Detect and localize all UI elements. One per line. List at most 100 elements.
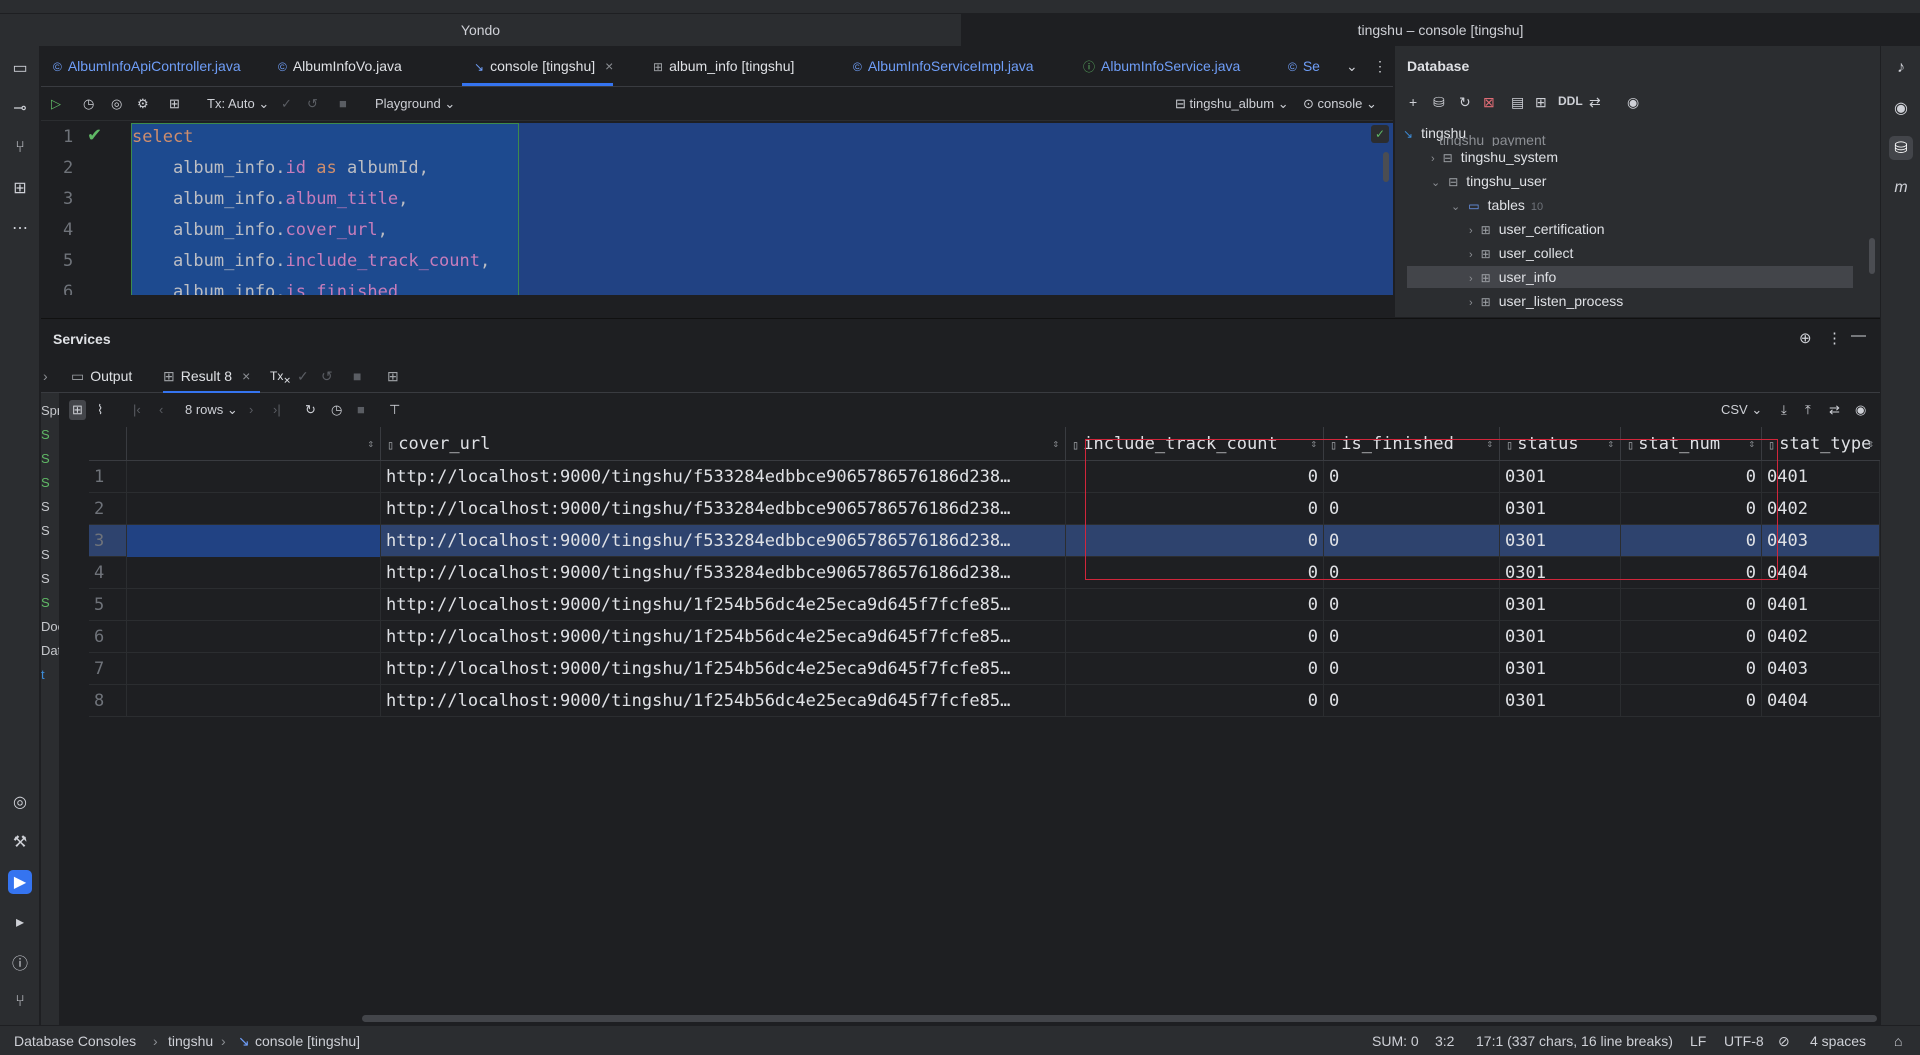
commit-icon[interactable]: ⊸: [8, 96, 32, 120]
datasource-properties-icon[interactable]: ⛁: [1433, 94, 1445, 111]
code-style-icon[interactable]: ⊘: [1778, 1033, 1790, 1050]
table-cell[interactable]: 0: [1324, 621, 1500, 653]
table-cell[interactable]: 0: [1621, 461, 1762, 493]
options-icon[interactable]: ⋮: [1827, 329, 1842, 347]
column-header-hidden[interactable]: ⇕: [127, 427, 381, 461]
table-cell[interactable]: 0404: [1762, 557, 1880, 589]
table-cell[interactable]: http://localhost:9000/tingshu/f533284edb…: [381, 461, 1066, 493]
history-icon[interactable]: ◷: [83, 94, 94, 114]
rows-count-dropdown[interactable]: 8 rows ⌄: [185, 400, 238, 420]
table-cell[interactable]: 0301: [1500, 493, 1621, 525]
table-cell[interactable]: 0: [1324, 685, 1500, 717]
tab-albuminfoapicontroller[interactable]: © AlbumInfoApiController.java: [41, 46, 241, 86]
pin-icon[interactable]: ⊤: [389, 400, 400, 420]
table-cell[interactable]: http://localhost:9000/tingshu/1f254b56dc…: [381, 621, 1066, 653]
project-icon[interactable]: ▭: [8, 56, 32, 80]
reload-icon[interactable]: ↻: [305, 400, 316, 420]
tab-albuminfoservice[interactable]: ⓘ AlbumInfoService.java: [1071, 46, 1240, 86]
table-cell[interactable]: [127, 685, 381, 717]
table-cell[interactable]: 0: [1324, 493, 1500, 525]
column-header-include-track-count[interactable]: ▯ include_track_count ⇕: [1066, 427, 1324, 461]
disconnect-icon[interactable]: ⊠: [1483, 94, 1495, 111]
tree-item-user-listen-process[interactable]: › ⊞ user_listen_process: [1469, 290, 1623, 312]
table-cell[interactable]: 0: [1066, 653, 1324, 685]
explain-icon[interactable]: ◎: [111, 94, 122, 114]
table-cell[interactable]: 0401: [1762, 461, 1880, 493]
table-cell[interactable]: 0301: [1500, 461, 1621, 493]
table-cell[interactable]: 0: [1621, 589, 1762, 621]
tree-item-tingshu-system[interactable]: › ⊟ tingshu_system: [1431, 146, 1558, 168]
more-icon[interactable]: ⋯: [8, 216, 32, 240]
plugins-icon[interactable]: ◎: [8, 790, 32, 814]
table-view-icon[interactable]: ⊞: [69, 400, 86, 420]
sort-icon[interactable]: ⇕: [1310, 427, 1317, 460]
stop-icon[interactable]: ■: [353, 359, 361, 393]
tabs-more-icon[interactable]: ⋮: [1361, 46, 1387, 86]
tab-output[interactable]: ▭ Output: [71, 359, 132, 393]
table-cell[interactable]: 0: [1066, 621, 1324, 653]
table-cell[interactable]: 0402: [1762, 621, 1880, 653]
tabs-dropdown-icon[interactable]: ⌄: [1334, 46, 1358, 86]
query-console-icon[interactable]: ⊞: [1535, 94, 1547, 111]
problems-icon[interactable]: ⓘ: [8, 950, 32, 974]
table-cell[interactable]: http://localhost:9000/tingshu/f533284edb…: [381, 557, 1066, 589]
settings-icon[interactable]: ⚙: [137, 94, 149, 114]
table-cell[interactable]: 0: [1066, 589, 1324, 621]
export-format-dropdown[interactable]: CSV ⌄: [1721, 400, 1762, 420]
commit-check-icon[interactable]: ✓: [297, 359, 309, 393]
table-cell[interactable]: 0: [1066, 557, 1324, 589]
commit-check-icon[interactable]: ✓: [281, 94, 292, 114]
tab-overflow[interactable]: © Se: [1276, 46, 1320, 86]
services-icon[interactable]: ▶: [8, 870, 32, 894]
table-cell[interactable]: 0: [1324, 557, 1500, 589]
table-row[interactable]: 8 http://localhost:9000/tingshu/1f254b56d…: [89, 685, 1880, 717]
table-cell[interactable]: 0: [1324, 461, 1500, 493]
compare-icon[interactable]: ⇄: [1829, 400, 1840, 420]
tree-item-tingshu-user[interactable]: ⌄ ⊟ tingshu_user: [1431, 170, 1546, 192]
column-header-status[interactable]: ▯ status ⇕: [1500, 427, 1621, 461]
schema-selector[interactable]: ⊟ tingshu_album ⌄: [1175, 94, 1289, 114]
tab-console-tingshu[interactable]: ↘ console [tingshu] ×: [462, 46, 614, 86]
table-cell[interactable]: [127, 493, 381, 525]
terminal-icon[interactable]: ▸: [8, 910, 32, 934]
table-cell[interactable]: 0: [1621, 653, 1762, 685]
stop-icon[interactable]: ■: [339, 94, 347, 114]
sort-icon[interactable]: ⇕: [1607, 427, 1614, 460]
inspection-ok-icon[interactable]: ✓: [1371, 125, 1389, 143]
table-cell[interactable]: 0: [1621, 525, 1762, 557]
next-page-icon[interactable]: ›: [249, 400, 253, 420]
table-cell[interactable]: [127, 621, 381, 653]
table-cell[interactable]: 0301: [1500, 621, 1621, 653]
pull-requests-icon[interactable]: ⑂: [8, 136, 32, 160]
table-cell[interactable]: 0: [1324, 525, 1500, 557]
tab-albuminfovo[interactable]: © AlbumInfoVo.java: [266, 46, 402, 86]
ai-assistant-icon[interactable]: ◉: [1889, 96, 1913, 120]
target-icon[interactable]: ⊕: [1799, 329, 1812, 347]
tree-item-partial[interactable]: tingshu_payment: [1439, 134, 1546, 146]
sort-icon[interactable]: ⇕: [367, 427, 374, 460]
session-selector[interactable]: ⊙ console ⌄: [1303, 94, 1377, 114]
results-grid-icon[interactable]: ⊞: [169, 94, 180, 114]
close-icon[interactable]: ×: [605, 58, 613, 74]
maven-icon[interactable]: m: [1889, 176, 1913, 200]
download-icon[interactable]: ⤓: [1781, 400, 1787, 420]
table-cell[interactable]: 0401: [1762, 589, 1880, 621]
tx-mode-dropdown[interactable]: Tx: Auto ⌄: [207, 94, 269, 114]
table-cell[interactable]: [127, 525, 381, 557]
cancel-query-icon[interactable]: ■: [357, 400, 365, 420]
table-row[interactable]: 7 http://localhost:9000/tingshu/1f254b56d…: [89, 653, 1880, 685]
previous-page-icon[interactable]: ‹: [159, 400, 163, 420]
breadcrumb-database-consoles[interactable]: Database Consoles: [14, 1033, 136, 1049]
line-separator[interactable]: LF: [1690, 1033, 1706, 1049]
table-row[interactable]: 3 http://localhost:9000/tingshu/f533284ed…: [89, 525, 1880, 557]
first-page-icon[interactable]: |‹: [133, 400, 141, 420]
database-scrollbar[interactable]: [1869, 238, 1875, 274]
expand-icon[interactable]: ›: [43, 359, 48, 393]
notifications-icon[interactable]: ♪: [1889, 56, 1913, 80]
table-cell[interactable]: 0: [1621, 621, 1762, 653]
table-cell[interactable]: http://localhost:9000/tingshu/f533284edb…: [381, 493, 1066, 525]
sort-icon[interactable]: ⇕: [1867, 427, 1874, 460]
tab-album-info[interactable]: ⊞ album_info [tingshu]: [641, 46, 794, 86]
grid-horizontal-scrollbar[interactable]: [362, 1015, 1877, 1022]
table-row[interactable]: 1 http://localhost:9000/tingshu/f533284ed…: [89, 461, 1880, 493]
